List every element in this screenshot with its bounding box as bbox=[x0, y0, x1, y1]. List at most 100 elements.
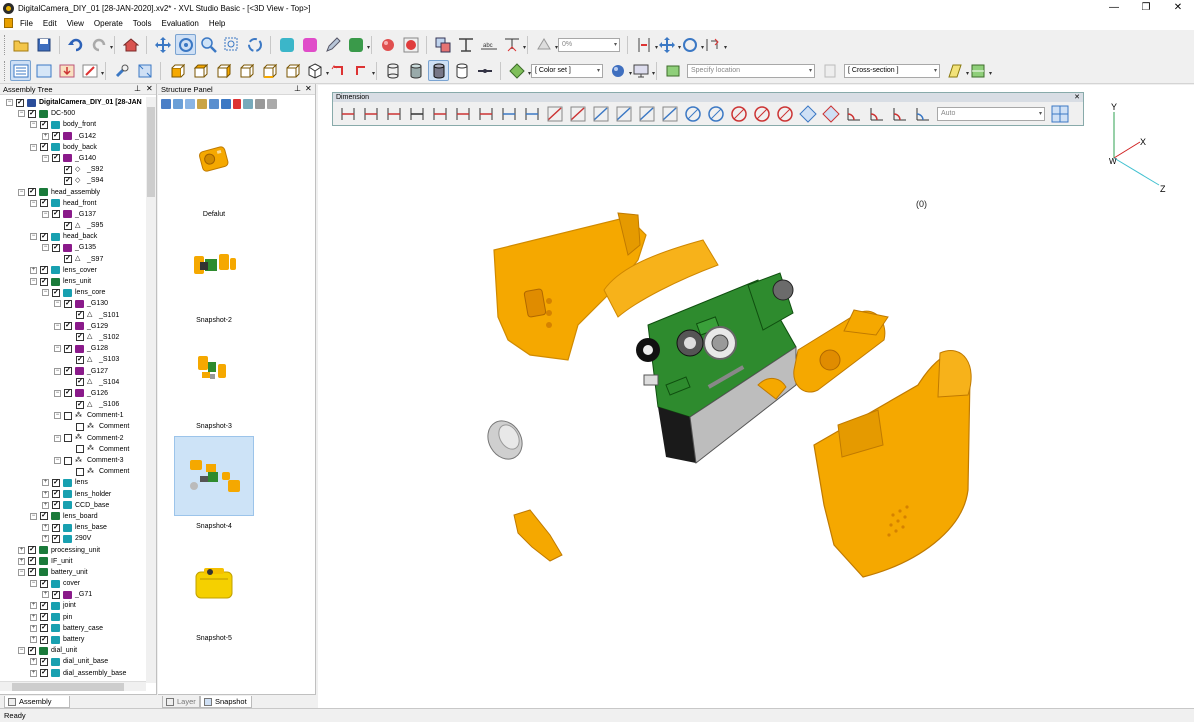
visibility-checkbox[interactable]: ✓ bbox=[52, 534, 60, 543]
snapshot-item[interactable]: Snapshot-2 bbox=[174, 230, 254, 324]
menu-tools[interactable]: Tools bbox=[128, 19, 157, 28]
zoom-button[interactable] bbox=[198, 34, 219, 55]
visibility-checkbox[interactable]: ✓ bbox=[16, 98, 24, 107]
rotate-button[interactable] bbox=[175, 34, 196, 55]
visibility-checkbox[interactable]: ✓ bbox=[28, 109, 36, 118]
visibility-checkbox[interactable]: ✓ bbox=[76, 355, 84, 364]
redo-button[interactable]: ▾ bbox=[88, 34, 113, 55]
visibility-checkbox[interactable]: ✓ bbox=[64, 367, 72, 375]
visibility-checkbox[interactable] bbox=[76, 467, 84, 476]
distance-measure-button[interactable] bbox=[339, 105, 357, 123]
save-button[interactable] bbox=[33, 34, 54, 55]
angle-c-measure-button[interactable] bbox=[891, 105, 909, 123]
tree-row[interactable]: − ✓ head_front bbox=[0, 198, 146, 209]
tree-row[interactable]: + ✓ lens_holder bbox=[0, 489, 146, 500]
snapshot-item[interactable]: Defalut bbox=[174, 124, 254, 218]
flip-button[interactable]: ▾ bbox=[702, 34, 727, 55]
visibility-checkbox[interactable] bbox=[64, 456, 72, 465]
opacity-select[interactable]: 0% ▾ bbox=[558, 37, 620, 52]
visibility-checkbox[interactable]: ✓ bbox=[64, 322, 72, 331]
perpendicular-measure-button[interactable] bbox=[500, 105, 518, 123]
copy-layout-button[interactable] bbox=[432, 34, 453, 55]
visibility-checkbox[interactable]: ✓ bbox=[64, 255, 72, 264]
expand-icon[interactable]: + bbox=[18, 557, 25, 565]
3d-viewport[interactable]: (0) bbox=[318, 85, 1194, 708]
tree-row[interactable]: ⁂ Comment bbox=[0, 421, 146, 432]
tree-row[interactable]: + ✓ battery bbox=[0, 634, 146, 645]
inspect-button[interactable] bbox=[111, 60, 132, 81]
tree-row[interactable]: ✓ △ _S95 bbox=[0, 220, 146, 231]
tree-row[interactable]: − ⁂ Comment-2 bbox=[0, 433, 146, 444]
expand-icon[interactable]: + bbox=[42, 524, 49, 532]
collapse-icon[interactable]: − bbox=[54, 412, 61, 420]
tree-row[interactable]: − ✓ _G140 bbox=[0, 153, 146, 164]
pick-color-button[interactable] bbox=[377, 34, 398, 55]
tree-row[interactable]: + ✓ 290V bbox=[0, 533, 146, 544]
diagonal-u-measure-button[interactable] bbox=[569, 105, 587, 123]
face-b-measure-button[interactable] bbox=[821, 104, 840, 123]
vertical-measure-button[interactable] bbox=[523, 105, 541, 123]
visibility-checkbox[interactable]: ✓ bbox=[64, 176, 72, 185]
visibility-checkbox[interactable] bbox=[64, 411, 72, 420]
visibility-checkbox[interactable]: ✓ bbox=[40, 613, 48, 622]
menu-help[interactable]: Help bbox=[204, 19, 230, 28]
camera-icon[interactable] bbox=[161, 99, 171, 109]
tree-horizontal-scrollbar[interactable] bbox=[0, 681, 146, 691]
edge-length-measure-button[interactable] bbox=[385, 105, 403, 123]
tree-row[interactable]: − ✓ body_front bbox=[0, 119, 146, 130]
view-iso-button[interactable] bbox=[166, 60, 187, 81]
visibility-checkbox[interactable]: ✓ bbox=[52, 210, 60, 219]
tree-row[interactable]: + ✓ pin bbox=[0, 612, 146, 623]
move-part-button[interactable]: ▾ bbox=[656, 34, 681, 55]
snapshot-paste-icon[interactable] bbox=[221, 99, 231, 109]
visibility-checkbox[interactable]: ✓ bbox=[52, 288, 60, 297]
tree-row[interactable]: − ✓ _G127 bbox=[0, 366, 146, 377]
menu-evaluation[interactable]: Evaluation bbox=[156, 19, 203, 28]
snapshot-item[interactable]: Snapshot-3 bbox=[174, 336, 254, 430]
visibility-checkbox[interactable]: ✓ bbox=[52, 501, 60, 510]
highlight-button[interactable] bbox=[299, 34, 320, 55]
assembly-tree-toggle[interactable] bbox=[10, 60, 31, 81]
close-icon[interactable]: ✕ bbox=[1074, 93, 1080, 102]
dimension-mode-select[interactable]: Auto ▾ bbox=[937, 106, 1045, 121]
cross-section-button[interactable]: ▾ bbox=[944, 60, 969, 81]
shading-edges-button[interactable] bbox=[428, 60, 449, 81]
note-marker[interactable]: (0) bbox=[916, 199, 927, 209]
annotation-abc-button[interactable]: abc bbox=[478, 34, 499, 55]
edge-display-button[interactable] bbox=[474, 60, 495, 81]
circle-center-measure-button[interactable] bbox=[707, 105, 725, 123]
close-icon[interactable]: ✕ bbox=[146, 84, 153, 94]
angle-a-measure-button[interactable] bbox=[845, 105, 863, 123]
rotate-part-button[interactable]: ▾ bbox=[679, 34, 704, 55]
clipping-button[interactable]: ▾ bbox=[967, 60, 992, 81]
visibility-checkbox[interactable]: ✓ bbox=[40, 579, 48, 588]
collapse-icon[interactable]: − bbox=[54, 345, 61, 353]
section-tool-button[interactable] bbox=[455, 34, 476, 55]
visibility-checkbox[interactable]: ✓ bbox=[40, 232, 48, 241]
restore-button[interactable]: ❐ bbox=[1130, 0, 1162, 16]
visibility-checkbox[interactable] bbox=[64, 434, 72, 443]
collapse-icon[interactable]: − bbox=[54, 457, 61, 464]
zoom-window-button[interactable] bbox=[221, 34, 242, 55]
visibility-checkbox[interactable]: ✓ bbox=[52, 590, 60, 599]
tab-layer[interactable]: Layer bbox=[162, 696, 200, 708]
tree-row[interactable]: − ✓ cover bbox=[0, 578, 146, 589]
tree-row[interactable]: − ✓ dial_unit bbox=[0, 645, 146, 656]
tree-row[interactable]: − ✓ lens_unit bbox=[0, 276, 146, 287]
body-front-part[interactable] bbox=[813, 350, 972, 578]
tree-row[interactable]: − ✓ DigitalCamera_DIY_01 [28-JAN bbox=[0, 97, 146, 108]
snapshot-export-icon[interactable] bbox=[243, 99, 253, 109]
visibility-checkbox[interactable]: ✓ bbox=[52, 154, 60, 163]
visibility-checkbox[interactable]: ✓ bbox=[52, 132, 60, 141]
tree-row[interactable]: − ✓ battery_unit bbox=[0, 567, 146, 578]
collapse-icon[interactable]: − bbox=[18, 110, 25, 118]
tree-vertical-scrollbar[interactable] bbox=[146, 97, 156, 683]
expand-icon[interactable]: + bbox=[30, 613, 37, 621]
close-button[interactable]: ✕ bbox=[1162, 0, 1194, 16]
collapse-icon[interactable]: − bbox=[42, 289, 49, 297]
snapshot-sort-icon[interactable] bbox=[267, 99, 277, 109]
view-back-button[interactable] bbox=[235, 60, 256, 81]
expand-icon[interactable]: + bbox=[30, 602, 37, 610]
collapse-icon[interactable]: − bbox=[30, 512, 37, 520]
snapshot-add-icon[interactable] bbox=[173, 99, 183, 109]
